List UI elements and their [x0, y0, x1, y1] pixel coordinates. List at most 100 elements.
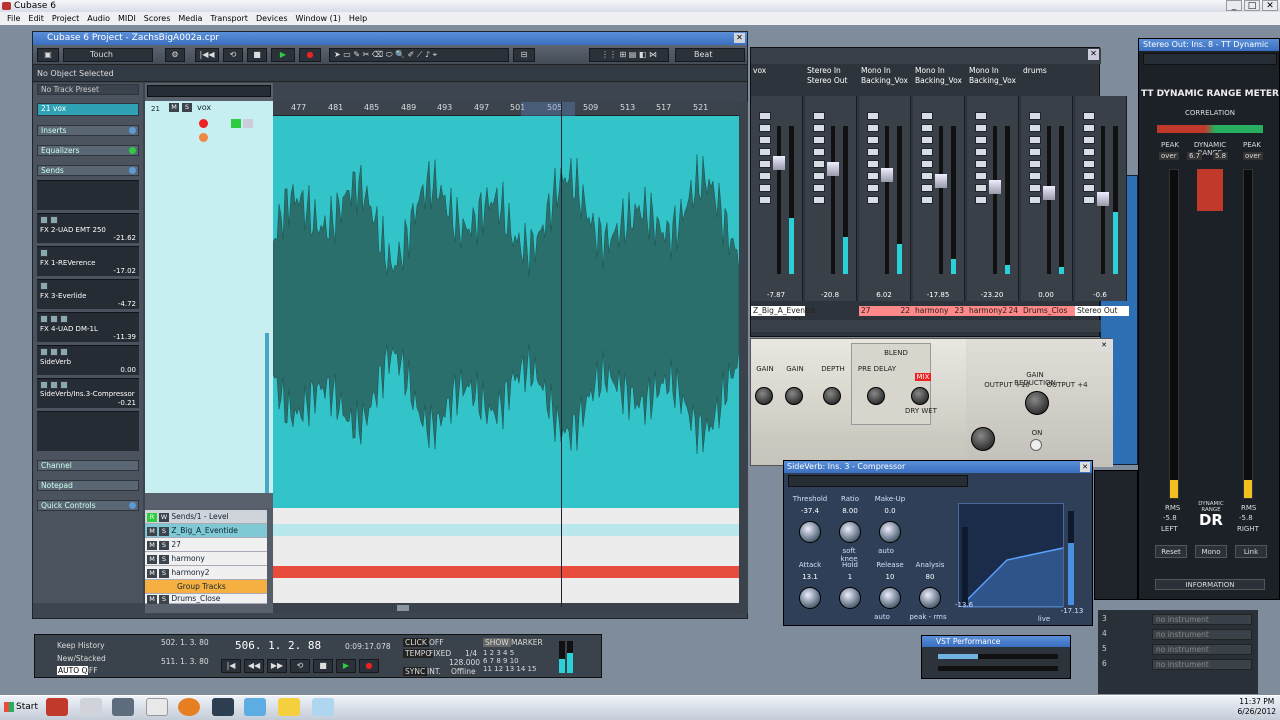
right-locator[interactable]: 511. 1. 3. 80 [161, 657, 209, 666]
strip-button[interactable] [1029, 172, 1041, 180]
equalizers-section[interactable]: Equalizers [37, 145, 139, 156]
strip-button[interactable] [921, 160, 933, 168]
menu-media[interactable]: Media [174, 12, 206, 25]
attack-value[interactable]: 13.1 [792, 573, 828, 581]
strip-button[interactable] [1083, 196, 1095, 204]
ratio-value[interactable]: 8.00 [832, 507, 868, 515]
cycle-button[interactable]: ⟲ [223, 48, 243, 62]
hold-knob[interactable] [839, 587, 861, 609]
play-button[interactable]: ▶ [271, 48, 295, 62]
gain-knob-1[interactable] [755, 387, 773, 405]
send-slot-6[interactable]: SideVerb 0.00 [37, 345, 139, 375]
strip-button[interactable] [1083, 124, 1095, 132]
track-preset[interactable]: No Track Preset [37, 84, 139, 95]
analysis-knob[interactable] [919, 587, 941, 609]
keep-history-label[interactable]: Keep History [57, 641, 105, 650]
strip-button[interactable] [867, 184, 879, 192]
strip-button[interactable] [1029, 124, 1041, 132]
mixer-scrollbar[interactable] [751, 320, 1101, 332]
strip-button[interactable] [1083, 112, 1095, 120]
on-switch[interactable] [1030, 439, 1042, 451]
mixer-channel-io-0[interactable]: vox [751, 66, 803, 88]
strip-button[interactable] [759, 196, 771, 204]
strip-button[interactable] [1029, 160, 1041, 168]
tool-palette[interactable]: ➤ ▭ ✎ ✂ ⌫ ⬭ 🔍 ✐ ⟋ ♪ ⌖ [329, 48, 509, 62]
quick-controls-section[interactable]: Quick Controls [37, 500, 139, 511]
primary-position[interactable]: 506. 1. 2. 88 [235, 639, 321, 652]
strip-button[interactable] [921, 112, 933, 120]
compressor-close-button[interactable]: ✕ [1080, 462, 1090, 472]
threshold-knob[interactable] [799, 521, 821, 543]
activate-project-button[interactable]: ▣ [37, 48, 59, 62]
firefox-icon[interactable] [178, 698, 200, 716]
compressor-toolbar[interactable] [788, 475, 968, 487]
send-slot-7[interactable]: SideVerb/Ins.3-Compressor -0.21 [37, 378, 139, 408]
tempo-value[interactable]: 128.000 [449, 658, 480, 667]
strip-button[interactable] [867, 124, 879, 132]
horizontal-scrollbar[interactable] [273, 603, 739, 613]
instrument-slot-3[interactable]: 3 no instrument [1102, 614, 1254, 628]
strip-button[interactable] [813, 112, 825, 120]
snap-type-select[interactable]: Beat [675, 48, 745, 62]
notepad-section[interactable]: Notepad [37, 480, 139, 491]
track-z-big-a[interactable]: MS Z_Big_A_Eventide [145, 524, 267, 538]
mixer-channel-name-6[interactable]: Stereo Out [1075, 306, 1129, 316]
track-height-handle[interactable] [265, 333, 269, 493]
strip-button[interactable] [1083, 136, 1095, 144]
track-27[interactable]: MS 27 [145, 538, 267, 552]
strip-button[interactable] [921, 136, 933, 144]
sync-label[interactable]: SYNC [403, 667, 428, 676]
vertical-scrollbar[interactable] [739, 102, 748, 614]
stop-icon[interactable]: ■ [313, 659, 333, 673]
strip-button[interactable] [867, 112, 879, 120]
system-clock[interactable]: 11:37 PM 6/26/2012 [1238, 697, 1276, 717]
strip-button[interactable] [813, 172, 825, 180]
strip-button[interactable] [921, 184, 933, 192]
channel-section[interactable]: Channel [37, 460, 139, 471]
strip-button[interactable] [759, 136, 771, 144]
depth-knob[interactable] [823, 387, 841, 405]
timeline-ruler[interactable]: 477 481 485 489 493 497 501 505 509 513 … [273, 102, 739, 116]
inserts-section[interactable]: Inserts [37, 125, 139, 136]
marker-numbers[interactable]: 1 2 3 4 56 7 8 9 10 11 12 13 14 15 [483, 649, 536, 673]
mixer-channel-io-4[interactable]: Mono In Backing_Vox [967, 66, 1019, 88]
strip-button[interactable] [813, 124, 825, 132]
maximize-button[interactable]: □ [1244, 0, 1260, 11]
live-label[interactable]: live [1034, 615, 1054, 623]
mixer-channel-name-3[interactable]: harmony 23 [913, 306, 967, 316]
strip-button[interactable] [1029, 148, 1041, 156]
mixer-channel-name-4[interactable]: harmony2 24 [967, 306, 1021, 316]
makeup-value[interactable]: 0.0 [872, 507, 908, 515]
fader-readout[interactable]: -20.8 [805, 291, 855, 299]
menu-audio[interactable]: Audio [83, 12, 114, 25]
mono-button[interactable]: Mono [1195, 545, 1227, 558]
mixer-channel-io-2[interactable]: Mono In Backing_Vox [859, 66, 911, 88]
information-button[interactable]: INFORMATION [1155, 579, 1265, 590]
strip-button[interactable] [813, 148, 825, 156]
release-value[interactable]: 10 [872, 573, 908, 581]
mixer-channel-io-1[interactable]: Stereo In Stereo Out [805, 66, 857, 88]
cycle-icon[interactable]: ⟲ [290, 659, 310, 673]
plugin-close-button[interactable]: ✕ [1099, 341, 1109, 351]
scroll-thumb[interactable] [397, 605, 409, 611]
monitor-button[interactable] [199, 133, 208, 142]
fader-handle[interactable] [935, 174, 947, 188]
automation-lane-header[interactable]: RW Sends/1 - Level [145, 510, 267, 524]
mixer-channel-io-6[interactable] [1075, 66, 1127, 88]
hold-value[interactable]: 1 [832, 573, 868, 581]
strip-button[interactable] [921, 148, 933, 156]
attack-knob[interactable] [799, 587, 821, 609]
menu-devices[interactable]: Devices [252, 12, 292, 25]
send-slot-5[interactable]: FX 4-UAD DM-1L -11.39 [37, 312, 139, 342]
strip-button[interactable] [975, 112, 987, 120]
strip-button[interactable] [1029, 136, 1041, 144]
project-cursor[interactable] [561, 102, 562, 607]
track-group-tracks[interactable]: Group Tracks [145, 580, 267, 594]
event-z-big-a[interactable] [273, 524, 739, 536]
strip-button[interactable] [867, 136, 879, 144]
strip-button[interactable] [1029, 196, 1041, 204]
read-automation-button[interactable] [231, 119, 241, 128]
mixer-channel-name-2[interactable]: 27 22 [859, 306, 913, 316]
audio-event-vox[interactable] [273, 116, 739, 508]
menu-help[interactable]: Help [345, 12, 371, 25]
